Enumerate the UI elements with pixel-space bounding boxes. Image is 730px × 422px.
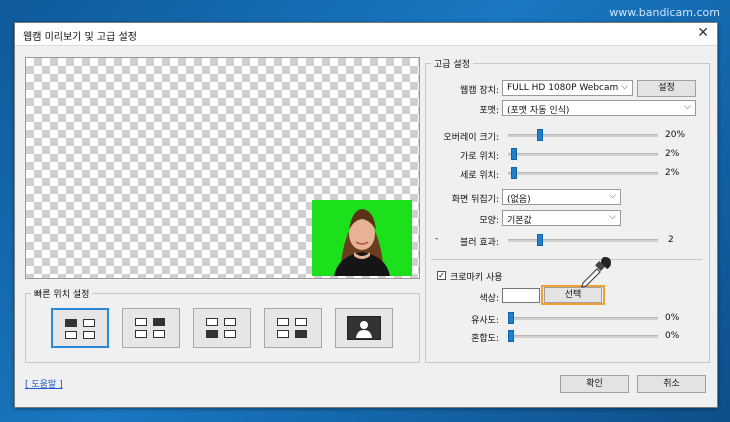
blur-slider-thumb[interactable] bbox=[537, 234, 543, 246]
blend-label: 혼합도: bbox=[471, 334, 499, 344]
chevron-down-icon: ⌵ bbox=[684, 102, 691, 112]
person-image bbox=[312, 200, 412, 276]
bottom-right-cell bbox=[83, 331, 95, 339]
watermark: www.bandicam.com bbox=[609, 6, 720, 19]
chroma-key-label: 크로마키 사용 bbox=[450, 273, 503, 283]
section-divider bbox=[431, 259, 702, 260]
flip-value: (없음) bbox=[507, 195, 531, 205]
webcam-device-label: 웹캠 장치: bbox=[459, 86, 499, 96]
bottom-right-cell bbox=[295, 330, 307, 338]
similarity-label: 유사도: bbox=[471, 316, 499, 326]
color-label: 색상: bbox=[479, 294, 499, 304]
dialog-title: 웹캠 미리보기 및 고급 설정 bbox=[23, 32, 137, 43]
position-bottom-left-button[interactable] bbox=[193, 308, 251, 348]
quick-position-label: 빠른 위치 설정 bbox=[31, 287, 93, 300]
device-settings-button[interactable]: 설정 bbox=[637, 80, 696, 97]
overlay-size-slider-thumb[interactable] bbox=[537, 129, 543, 141]
title-bar: 웹캠 미리보기 및 고급 설정 ✕ bbox=[15, 23, 717, 46]
chroma-color-swatch[interactable] bbox=[502, 288, 540, 303]
vertical-position-label: 세로 위치: bbox=[459, 171, 499, 181]
advanced-settings-label: 고급 설정 bbox=[431, 57, 473, 70]
horizontal-position-slider-track[interactable] bbox=[508, 153, 658, 156]
chroma-key-checkbox[interactable]: ✓ bbox=[437, 271, 446, 280]
bottom-left-cell bbox=[135, 330, 147, 338]
shape-label: 모양: bbox=[479, 216, 499, 226]
shape-select[interactable]: 기본값 ⌵ bbox=[502, 210, 621, 226]
blend-value: 0% bbox=[665, 331, 680, 341]
overlay-size-value: 20% bbox=[665, 130, 686, 140]
format-select[interactable]: (포맷 자동 인식) ⌵ bbox=[502, 100, 696, 116]
ok-button[interactable]: 확인 bbox=[560, 375, 629, 393]
similarity-value: 0% bbox=[665, 313, 680, 323]
blur-slider-track[interactable] bbox=[508, 239, 658, 242]
webcam-settings-dialog: 웹캠 미리보기 및 고급 설정 ✕ 빠른 위치 설정 고급 설정 웹캠 장치: … bbox=[14, 22, 718, 408]
position-top-left-button[interactable] bbox=[51, 308, 109, 348]
position-top-right-button[interactable] bbox=[122, 308, 180, 348]
blur-label: 블러 효과: bbox=[459, 238, 499, 248]
shape-value: 기본값 bbox=[507, 216, 532, 226]
overlay-size-label: 오버레이 크기: bbox=[443, 133, 499, 143]
webcam-device-select[interactable]: FULL HD 1080P Webcam ⌵ bbox=[502, 80, 633, 96]
top-left-cell bbox=[277, 318, 289, 326]
blend-slider-track[interactable] bbox=[508, 335, 658, 338]
help-link[interactable]: [ 도움말 ] bbox=[25, 377, 63, 390]
format-label: 포맷: bbox=[479, 106, 499, 116]
check-icon: ✓ bbox=[438, 271, 445, 280]
top-right-cell bbox=[153, 318, 165, 326]
bottom-right-cell bbox=[224, 330, 236, 338]
chevron-down-icon: ⌵ bbox=[609, 212, 616, 222]
chevron-down-icon: ⌵ bbox=[621, 82, 628, 92]
top-left-cell bbox=[206, 318, 218, 326]
top-right-cell bbox=[224, 318, 236, 326]
blend-slider-thumb[interactable] bbox=[508, 330, 514, 342]
horizontal-position-label: 가로 위치: bbox=[459, 152, 499, 162]
bottom-left-cell bbox=[65, 331, 77, 339]
close-icon[interactable]: ✕ bbox=[697, 25, 709, 41]
webcam-overlay-image bbox=[312, 200, 412, 276]
blur-value: 2 bbox=[668, 235, 674, 245]
position-bottom-right-button[interactable] bbox=[264, 308, 322, 348]
overlay-size-slider-track[interactable] bbox=[508, 134, 658, 137]
flip-select[interactable]: (없음) ⌵ bbox=[502, 189, 621, 205]
vertical-position-value: 2% bbox=[665, 168, 680, 178]
vertical-position-slider-track[interactable] bbox=[508, 172, 658, 175]
similarity-slider-thumb[interactable] bbox=[508, 312, 514, 324]
vertical-position-slider-thumb[interactable] bbox=[511, 167, 517, 179]
bottom-left-cell bbox=[277, 330, 289, 338]
fullscreen-person-icon bbox=[347, 316, 381, 340]
top-right-cell bbox=[295, 318, 307, 326]
chevron-down-icon: ⌵ bbox=[609, 191, 616, 201]
top-left-cell bbox=[65, 319, 77, 327]
cancel-button[interactable]: 취소 bbox=[637, 375, 706, 393]
bottom-left-cell bbox=[206, 330, 218, 338]
top-right-cell bbox=[83, 319, 95, 327]
top-left-cell bbox=[135, 318, 147, 326]
webcam-preview bbox=[25, 57, 420, 279]
eyedropper-icon bbox=[581, 257, 611, 288]
format-value: (포맷 자동 인식) bbox=[507, 106, 570, 116]
flip-label: 화면 뒤집기: bbox=[451, 195, 499, 205]
horizontal-position-value: 2% bbox=[665, 149, 680, 159]
webcam-device-value: FULL HD 1080P Webcam bbox=[507, 83, 619, 93]
bottom-right-cell bbox=[153, 330, 165, 338]
horizontal-position-slider-thumb[interactable] bbox=[511, 148, 517, 160]
position-fullscreen-button[interactable] bbox=[335, 308, 393, 348]
similarity-slider-track[interactable] bbox=[508, 317, 658, 320]
